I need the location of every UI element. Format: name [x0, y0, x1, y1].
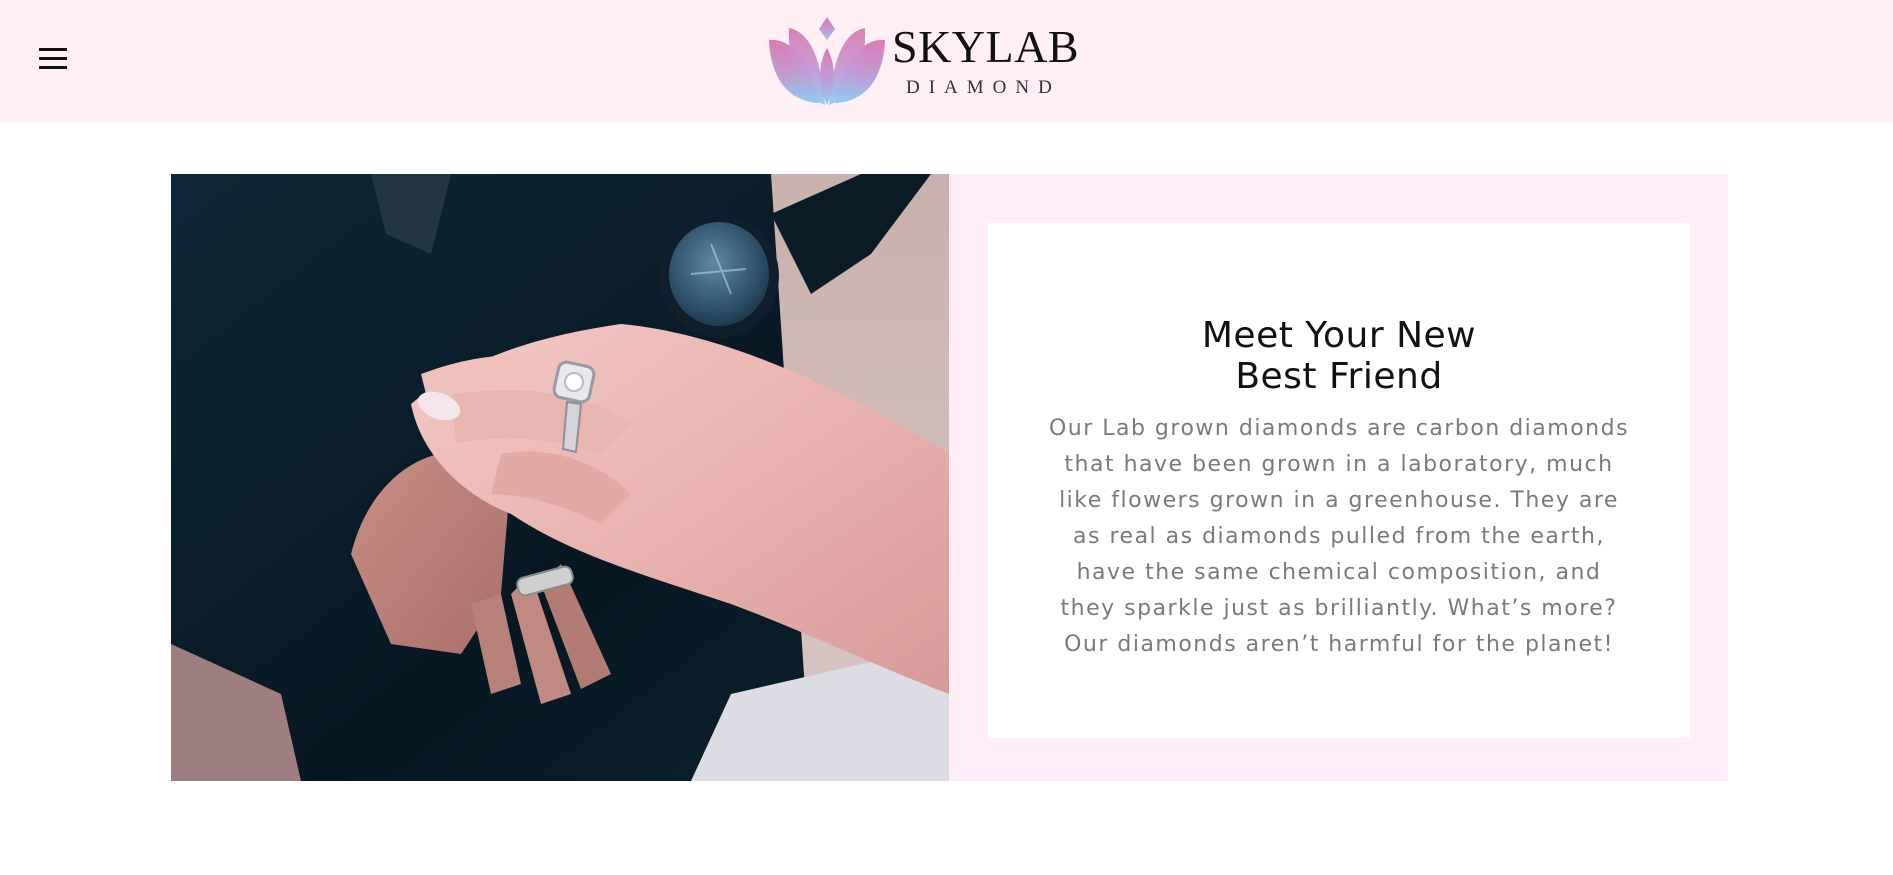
feature-heading-line2: Best Friend	[1235, 356, 1443, 397]
site-header: SKYLAB DIAMOND	[0, 0, 1893, 123]
logo-wordmark: SKYLAB	[892, 21, 1080, 72]
feature-card: Meet Your New Best Friend Our Lab grown …	[988, 223, 1690, 738]
logo-subtitle: DIAMOND	[906, 77, 1061, 98]
photo-hands-engagement-ring	[171, 174, 949, 781]
feature-section: Meet Your New Best Friend Our Lab grown …	[171, 174, 1728, 781]
hamburger-menu-icon[interactable]	[36, 45, 72, 71]
feature-heading: Meet Your New Best Friend	[988, 315, 1690, 397]
site-logo[interactable]: SKYLAB DIAMOND	[765, 12, 1079, 108]
feature-body-text: Our Lab grown diamonds are carbon diamon…	[1048, 416, 1630, 657]
lotus-icon	[769, 17, 885, 105]
feature-heading-line1: Meet Your New	[1201, 315, 1477, 356]
feature-panel: Meet Your New Best Friend Our Lab grown …	[949, 174, 1728, 781]
